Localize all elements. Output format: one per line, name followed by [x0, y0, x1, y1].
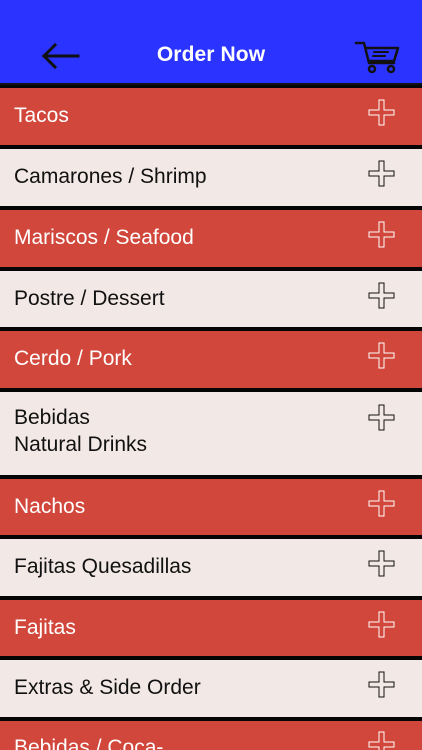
app-header: Order Now — [0, 0, 422, 85]
menu-item-label: Extras & Side Order — [14, 676, 201, 699]
menu-item-camarones-shrimp[interactable]: Camarones / Shrimp — [0, 146, 422, 207]
menu-item-cerdo-pork[interactable]: Cerdo / Pork — [0, 328, 422, 389]
plus-icon[interactable] — [368, 404, 395, 431]
plus-icon[interactable] — [368, 99, 395, 126]
plus-icon[interactable] — [368, 550, 395, 577]
menu-item-label: Fajitas — [14, 616, 76, 639]
menu-item-label: Cerdo / Pork — [14, 347, 132, 370]
menu-item-label: Tacos — [14, 104, 69, 127]
plus-icon[interactable] — [368, 282, 395, 309]
plus-icon[interactable] — [368, 160, 395, 187]
menu-item-mariscos-seafood[interactable]: Mariscos / Seafood — [0, 207, 422, 268]
menu-item-postre-dessert[interactable]: Postre / Dessert — [0, 268, 422, 328]
plus-icon[interactable] — [368, 671, 395, 698]
menu-item-label: Nachos — [14, 495, 86, 518]
menu-item-label: Camarones / Shrimp — [14, 165, 207, 188]
plus-icon[interactable] — [368, 490, 395, 517]
menu-item-label: Postre / Dessert — [14, 287, 165, 310]
plus-icon[interactable] — [368, 611, 395, 638]
menu-item-fajitas-quesadillas[interactable]: Fajitas Quesadillas — [0, 536, 422, 597]
shopping-cart-icon — [354, 41, 400, 74]
plus-icon[interactable] — [368, 342, 395, 369]
menu-item-label: Fajitas Quesadillas — [14, 555, 192, 578]
menu-item-nachos[interactable]: Nachos — [0, 476, 422, 536]
plus-icon[interactable] — [368, 221, 395, 248]
menu-item-fajitas[interactable]: Fajitas — [0, 597, 422, 657]
menu-item-tacos[interactable]: Tacos — [0, 85, 422, 146]
menu-item-label: Bebidas Natural Drinks — [14, 406, 148, 456]
menu-item-bebidas-coca[interactable]: Bebidas / Coca- — [0, 718, 422, 750]
order-screen: Order Now Tacos Camarones / Shrimp Maris… — [0, 0, 422, 750]
cart-button[interactable] — [354, 37, 404, 77]
menu-item-label: Mariscos / Seafood — [14, 226, 194, 249]
menu-item-extras-side-order[interactable]: Extras & Side Order — [0, 657, 422, 718]
plus-icon[interactable] — [368, 731, 395, 750]
menu-item-bebidas-natural-drinks[interactable]: Bebidas Natural Drinks — [0, 389, 422, 476]
menu-item-label: Bebidas / Coca- — [14, 736, 164, 750]
